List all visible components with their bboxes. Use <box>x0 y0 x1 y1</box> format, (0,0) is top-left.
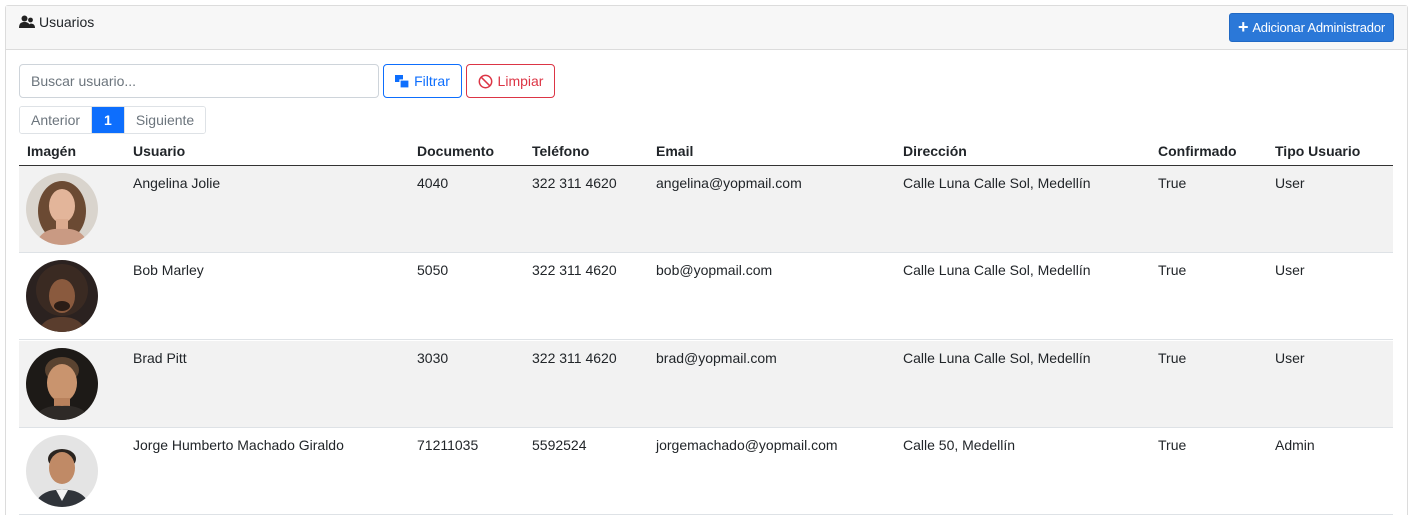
search-input[interactable] <box>19 64 379 98</box>
add-administrator-button[interactable]: + Adicionar Administrador <box>1229 13 1394 42</box>
filter-label: Filtrar <box>414 73 450 89</box>
avatar <box>26 348 98 420</box>
email-cell: bob@yopmail.com <box>656 262 773 278</box>
avatar <box>26 435 98 507</box>
address-cell: Calle Luna Calle Sol, Medellín <box>903 350 1091 366</box>
avatar <box>26 260 98 332</box>
user-name-cell: Angelina Jolie <box>133 175 221 191</box>
address-cell: Calle Luna Calle Sol, Medellín <box>903 175 1091 191</box>
page-title-text: Usuarios <box>39 14 95 30</box>
table-header: Imagén Usuario Documento Teléfono Email … <box>19 139 1393 166</box>
column-header-image: Imagén <box>27 143 77 159</box>
confirmed-cell: True <box>1158 350 1187 366</box>
table-row[interactable]: Jorge Humberto Machado Giraldo 71211035 … <box>19 428 1393 515</box>
email-cell: brad@yopmail.com <box>656 350 777 366</box>
document-cell: 5050 <box>417 262 449 278</box>
page-title: Usuarios <box>19 14 94 30</box>
table-row[interactable]: Bob Marley 5050 322 311 4620 bob@yopmail… <box>19 253 1393 340</box>
column-header-user: Usuario <box>133 143 186 159</box>
column-header-address: Dirección <box>903 143 967 159</box>
column-header-document: Documento <box>417 143 494 159</box>
ban-icon <box>478 74 492 88</box>
next-page-button[interactable]: Siguiente <box>123 107 206 133</box>
avatar <box>26 173 98 245</box>
card-header: Usuarios + Adicionar Administrador <box>6 6 1407 50</box>
filter-icon <box>395 74 410 88</box>
users-icon <box>19 15 35 28</box>
phone-cell: 5592524 <box>532 437 587 453</box>
table-row[interactable]: Brad Pitt 3030 322 311 4620 brad@yopmail… <box>19 341 1393 428</box>
confirmed-cell: True <box>1158 437 1187 453</box>
clear-button[interactable]: Limpiar <box>466 64 555 98</box>
table-row[interactable]: Angelina Jolie 4040 322 311 4620 angelin… <box>19 166 1393 253</box>
document-cell: 71211035 <box>417 437 479 453</box>
user-type-cell: Admin <box>1275 437 1315 453</box>
address-cell: Calle Luna Calle Sol, Medellín <box>903 262 1091 278</box>
user-type-cell: User <box>1275 350 1305 366</box>
confirmed-cell: True <box>1158 175 1187 191</box>
document-cell: 3030 <box>417 350 449 366</box>
current-page-button[interactable]: 1 <box>91 107 124 133</box>
plus-icon: + <box>1238 16 1249 37</box>
column-header-email: Email <box>656 143 694 159</box>
user-name-cell: Jorge Humberto Machado Giraldo <box>133 437 344 453</box>
address-cell: Calle 50, Medellín <box>903 437 1016 453</box>
email-cell: angelina@yopmail.com <box>656 175 802 191</box>
column-header-confirmed: Confirmado <box>1158 143 1237 159</box>
phone-cell: 322 311 4620 <box>532 175 617 191</box>
email-cell: jorgemachado@yopmail.com <box>656 437 838 453</box>
pagination: Anterior 1 Siguiente <box>19 106 207 134</box>
add-administrator-label: Adicionar Administrador <box>1252 20 1385 35</box>
user-name-cell: Brad Pitt <box>133 350 187 366</box>
clear-label: Limpiar <box>497 73 544 89</box>
column-header-phone: Teléfono <box>532 143 590 159</box>
document-cell: 4040 <box>417 175 449 191</box>
user-name-cell: Bob Marley <box>133 262 204 278</box>
user-type-cell: User <box>1275 262 1305 278</box>
column-header-user-type: Tipo Usuario <box>1275 143 1361 159</box>
phone-cell: 322 311 4620 <box>532 350 617 366</box>
filter-button[interactable]: Filtrar <box>383 64 462 98</box>
user-type-cell: User <box>1275 175 1305 191</box>
previous-page-button[interactable]: Anterior <box>20 107 92 133</box>
confirmed-cell: True <box>1158 262 1187 278</box>
phone-cell: 322 311 4620 <box>532 262 617 278</box>
